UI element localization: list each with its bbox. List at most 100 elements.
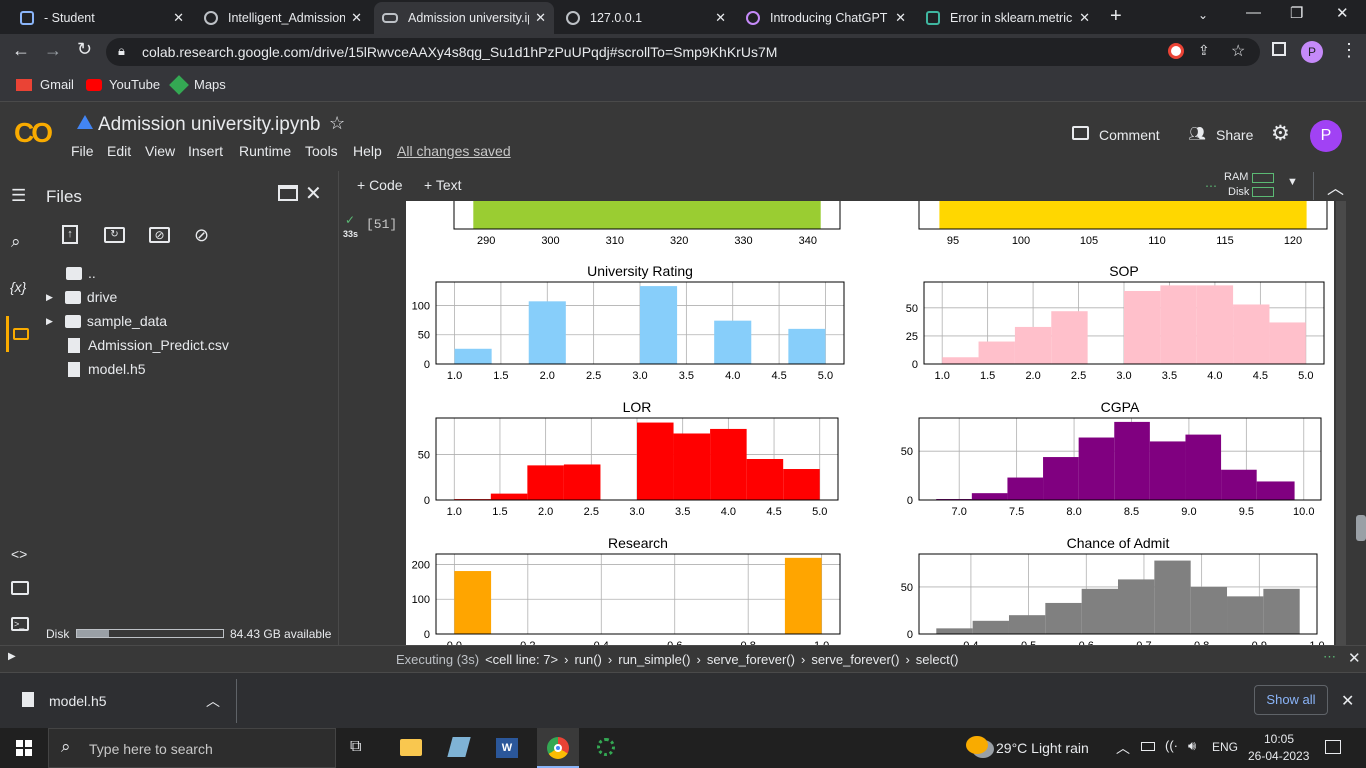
tab-admission-university[interactable]: Admission university.ip ✕ [374, 2, 554, 34]
collapse-header-icon[interactable]: ︿ [1327, 174, 1344, 199]
forward-icon[interactable]: → [44, 40, 62, 61]
folder-drive[interactable]: ▶ drive [46, 289, 117, 305]
disk-meter[interactable] [1252, 187, 1274, 197]
side-panel-icon[interactable] [1272, 42, 1286, 56]
language-indicator[interactable]: ENG [1212, 740, 1238, 754]
notebook-title[interactable]: Admission university.ipynb [98, 114, 320, 136]
command-palette-icon[interactable] [11, 581, 29, 595]
upload-icon[interactable]: ↑ [62, 225, 78, 244]
account-avatar[interactable]: P [1310, 120, 1342, 152]
back-icon[interactable]: ← [12, 40, 30, 61]
clock-date[interactable]: 26-04-2023 [1248, 749, 1309, 763]
close-window-button[interactable]: ✕ [1336, 4, 1349, 22]
status-dots-icon[interactable]: ⋯ [1323, 649, 1336, 665]
expand-status-icon[interactable]: ▶ [8, 651, 16, 662]
trace-item[interactable]: run() [574, 652, 601, 667]
restore-button[interactable]: ❐ [1290, 4, 1303, 22]
scrollbar-track[interactable] [1334, 201, 1366, 645]
trace-item[interactable]: serve_forever() [707, 652, 795, 667]
folder-sample-data[interactable]: ▶ sample_data [46, 313, 167, 329]
loading-app-icon[interactable] [597, 738, 615, 756]
ram-meter[interactable] [1252, 173, 1274, 183]
add-code-button[interactable]: + Code [357, 177, 403, 193]
save-status[interactable]: All changes saved [397, 143, 511, 159]
share-button[interactable]: Share [1216, 127, 1253, 143]
trace-item[interactable]: <cell line: 7> [485, 652, 558, 667]
task-view-icon[interactable]: ⧉ [350, 738, 361, 756]
bookmark-maps[interactable]: Maps [169, 74, 226, 95]
menu-view[interactable]: View [145, 143, 175, 159]
close-panel-icon[interactable]: ✕ [305, 181, 322, 206]
close-icon[interactable]: ✕ [351, 10, 362, 26]
files-folder-icon[interactable] [13, 328, 29, 340]
file-model-h5[interactable]: model.h5 [66, 361, 146, 377]
resources-dropdown-icon[interactable]: ▼ [1287, 176, 1298, 188]
terminal-icon[interactable]: >_ [11, 617, 29, 631]
menu-runtime[interactable]: Runtime [239, 143, 291, 159]
bookmark-gmail[interactable]: Gmail [16, 77, 74, 92]
menu-file[interactable]: File [71, 143, 94, 159]
tab-student[interactable]: - Student ✕ [12, 2, 192, 34]
close-icon[interactable]: ✕ [715, 10, 726, 26]
tray-expand-icon[interactable]: ︿ [1116, 738, 1130, 758]
tab-chatgpt[interactable]: Introducing ChatGPT ✕ [738, 2, 914, 34]
file-parent-dir[interactable]: .. [66, 265, 96, 281]
tab-sklearn-error[interactable]: Error in sklearn.metric ✕ [918, 2, 1098, 34]
reload-icon[interactable]: ↻ [77, 39, 92, 60]
volume-icon[interactable]: 🔊︎ [1188, 738, 1196, 754]
address-bar[interactable]: 🔒︎ colab.research.google.com/drive/15lRw… [106, 38, 1260, 66]
open-in-tab-icon[interactable] [278, 185, 298, 201]
share-page-icon[interactable]: ⇪ [1198, 42, 1210, 59]
show-all-button[interactable]: Show all [1254, 685, 1328, 715]
trace-item[interactable]: serve_forever() [811, 652, 899, 667]
close-download-bar-icon[interactable]: ✕ [1341, 691, 1354, 711]
google-lens-icon[interactable] [1168, 43, 1184, 59]
close-status-icon[interactable]: ✕ [1348, 649, 1361, 667]
battery-icon[interactable] [1141, 742, 1155, 751]
code-snippets-icon[interactable]: <> [11, 546, 27, 562]
menu-tools[interactable]: Tools [305, 143, 338, 159]
tab-search-icon[interactable]: ⌄ [1198, 8, 1208, 22]
chevron-up-icon[interactable]: ︿ [206, 691, 220, 711]
file-explorer-icon[interactable] [400, 739, 422, 756]
expand-arrow-icon[interactable]: ▶ [46, 292, 53, 303]
mount-drive-icon[interactable]: ⊘ [149, 227, 170, 243]
menu-insert[interactable]: Insert [188, 143, 223, 159]
variables-icon[interactable]: {x} [10, 279, 26, 295]
expand-arrow-icon[interactable]: ▶ [46, 316, 53, 327]
close-icon[interactable]: ✕ [1079, 10, 1090, 26]
comment-button[interactable]: Comment [1099, 127, 1160, 143]
close-icon[interactable]: ✕ [173, 10, 184, 26]
scrollbar-thumb[interactable] [1356, 515, 1366, 541]
download-file-name[interactable]: model.h5 [49, 693, 107, 709]
search-icon[interactable]: ⌕ [11, 232, 21, 252]
app-icon[interactable] [447, 737, 471, 757]
weather-text[interactable]: 29°C Light rain [996, 740, 1089, 756]
tab-intelligent-admissions[interactable]: Intelligent_Admissions ✕ [196, 2, 370, 34]
add-text-button[interactable]: + Text [424, 177, 462, 193]
table-of-contents-icon[interactable]: ☰ [11, 186, 26, 206]
close-icon[interactable]: ✕ [895, 10, 906, 26]
star-icon[interactable]: ☆ [329, 113, 345, 134]
clock-time[interactable]: 10:05 [1264, 732, 1294, 746]
trace-item[interactable]: run_simple() [618, 652, 690, 667]
profile-avatar[interactable]: P [1301, 41, 1323, 63]
refresh-folder-icon[interactable]: ↻ [104, 227, 125, 243]
chrome-taskbar-item[interactable] [537, 728, 579, 768]
taskbar-search-box[interactable]: ⌕ Type here to search [48, 728, 336, 768]
bookmark-youtube[interactable]: YouTube [86, 77, 160, 92]
close-icon[interactable]: ✕ [535, 10, 546, 26]
wifi-icon[interactable]: ((· [1165, 738, 1178, 753]
file-admission-csv[interactable]: Admission_Predict.csv [66, 337, 229, 353]
notifications-icon[interactable] [1325, 740, 1341, 754]
trace-item[interactable]: select() [916, 652, 959, 667]
word-icon[interactable]: W [496, 738, 518, 758]
new-tab-button[interactable]: + [1110, 5, 1122, 28]
menu-help[interactable]: Help [353, 143, 382, 159]
more-menu-icon[interactable]: ⋮ [1340, 40, 1358, 61]
windows-start-icon[interactable] [16, 740, 32, 756]
menu-edit[interactable]: Edit [107, 143, 131, 159]
hide-files-icon[interactable]: ⊘ [194, 225, 209, 246]
minimize-button[interactable]: — [1246, 4, 1261, 21]
settings-gear-icon[interactable]: ⚙ [1271, 121, 1290, 146]
